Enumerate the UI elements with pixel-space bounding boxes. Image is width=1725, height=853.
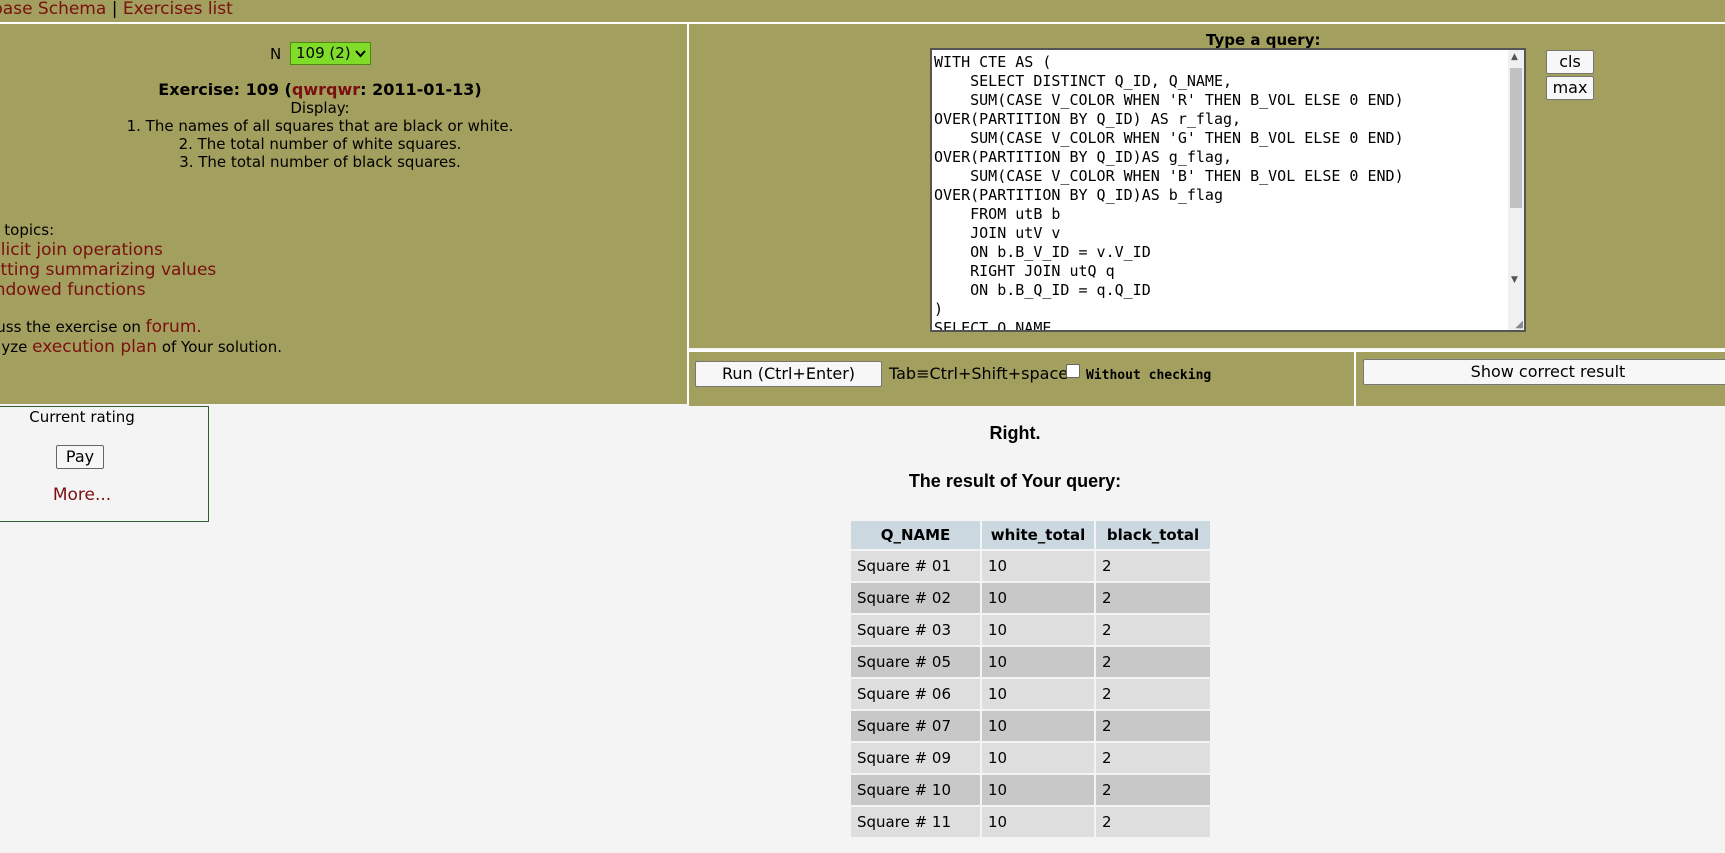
column-header: Q_NAME: [851, 521, 980, 549]
query-scrollbar[interactable]: ▲ ▼ ◢: [1508, 50, 1524, 330]
query-panel: Type a query: WITH CTE AS ( SELECT DISTI…: [689, 24, 1725, 348]
rating-title: Current rating: [29, 408, 135, 426]
query-title: Type a query:: [1206, 31, 1321, 49]
table-row: Square # 10 10 2: [851, 775, 1210, 805]
discuss-text: cuss the exercise on: [0, 318, 146, 336]
column-header: white_total: [982, 521, 1094, 549]
table-cell: Square # 11: [851, 807, 980, 837]
exercise-description: Exercise: 109 (qwrqwr: 2011-01-13) Displ…: [0, 81, 640, 172]
table-cell: Square # 10: [851, 775, 980, 805]
query-text[interactable]: WITH CTE AS ( SELECT DISTINCT Q_ID, Q_NA…: [934, 53, 1404, 330]
table-row: Square # 06 10 2: [851, 679, 1210, 709]
exercise-selector-row: N 109 (2): [270, 42, 372, 65]
table-cell: 2: [1096, 711, 1210, 741]
table-cell: 10: [982, 743, 1094, 773]
table-cell: 2: [1096, 551, 1210, 581]
table-cell: Square # 07: [851, 711, 980, 741]
table-cell: 10: [982, 775, 1094, 805]
rating-box: Current rating Pay More...: [0, 406, 209, 522]
forum-link[interactable]: forum.: [146, 317, 202, 337]
table-cell: 10: [982, 647, 1094, 677]
analyze-suffix: of Your solution.: [157, 338, 283, 356]
table-cell: Square # 01: [851, 551, 980, 581]
exercise-number-value: 109 (2): [296, 44, 351, 62]
table-cell: Square # 09: [851, 743, 980, 773]
toolbar-divider: [1354, 352, 1356, 406]
exercise-item: 1. The names of all squares that are bla…: [126, 117, 514, 135]
exercises-list-link[interactable]: Exercises list: [123, 0, 233, 19]
table-cell: 10: [982, 807, 1094, 837]
run-button[interactable]: Run (Ctrl+Enter): [695, 361, 882, 387]
topic-link-windowed[interactable]: indowed functions: [0, 280, 216, 300]
exercise-author: qwrqwr: [291, 80, 361, 99]
pay-button[interactable]: Pay: [56, 445, 104, 469]
table-cell: Square # 05: [851, 647, 980, 677]
maximize-button[interactable]: max: [1546, 76, 1594, 100]
analyze-text: alyze: [0, 338, 28, 356]
execution-plan-link[interactable]: execution plan: [32, 337, 157, 357]
result-status: Right.: [989, 423, 1041, 443]
table-cell: Square # 06: [851, 679, 980, 709]
table-cell: Square # 02: [851, 583, 980, 613]
scroll-down-icon[interactable]: ▼: [1511, 275, 1518, 285]
help-topics: p topics: plicit join operations etting …: [0, 220, 216, 300]
scrollbar-thumb[interactable]: [1510, 68, 1522, 208]
without-checking-checkbox[interactable]: [1066, 364, 1080, 378]
discuss-line: cuss the exercise on forum.: [0, 317, 282, 337]
table-cell: 2: [1096, 583, 1210, 613]
table-cell: 2: [1096, 775, 1210, 805]
top-nav: base Schema | Exercises list: [0, 0, 1725, 24]
table-cell: 10: [982, 615, 1094, 645]
table-row: Square # 11 10 2: [851, 807, 1210, 837]
without-checking-toggle[interactable]: Without checking: [1066, 364, 1211, 383]
result-table: Q_NAME white_total black_total Square # …: [849, 519, 1212, 839]
nav-links: base Schema | Exercises list: [0, 0, 233, 18]
topic-link-explicit-join[interactable]: plicit join operations: [0, 240, 216, 260]
display-label: Display:: [290, 99, 350, 117]
nav-separator: |: [111, 0, 118, 19]
show-correct-result-button[interactable]: Show correct result: [1363, 359, 1725, 385]
discussion-block: cuss the exercise on forum. alyze execut…: [0, 317, 282, 357]
chevron-down-icon: [355, 44, 367, 62]
exercise-item: 3. The total number of black squares.: [179, 153, 461, 171]
clear-button[interactable]: cls: [1546, 50, 1594, 74]
tab-hint: Tab≡Ctrl+Shift+space: [889, 364, 1069, 383]
more-link[interactable]: More...: [0, 485, 165, 505]
table-cell: 2: [1096, 647, 1210, 677]
exercise-item: 2. The total number of white squares.: [178, 135, 462, 153]
column-header: black_total: [1096, 521, 1210, 549]
exercise-number-label: N: [270, 44, 282, 63]
table-cell: 2: [1096, 807, 1210, 837]
table-row: Square # 02 10 2: [851, 583, 1210, 613]
table-cell: 2: [1096, 743, 1210, 773]
analyze-line: alyze execution plan of Your solution.: [0, 337, 282, 357]
exercise-heading-suffix: : 2011-01-13): [360, 80, 482, 99]
table-cell: 10: [982, 551, 1094, 581]
table-cell: 10: [982, 711, 1094, 741]
exercise-heading-prefix: Exercise: 109 (: [158, 80, 292, 99]
table-cell: 10: [982, 679, 1094, 709]
help-topics-label: p topics:: [0, 221, 55, 239]
exercise-heading: Exercise: 109 (qwrqwr: 2011-01-13): [0, 81, 640, 99]
table-row: Square # 03 10 2: [851, 615, 1210, 645]
topic-link-summarizing[interactable]: etting summarizing values: [0, 260, 216, 280]
exercise-panel: N 109 (2) Exercise: 109 (qwrqwr: 2011-01…: [0, 24, 689, 404]
table-cell: 2: [1096, 679, 1210, 709]
exercise-number-select[interactable]: 109 (2): [290, 42, 372, 65]
run-toolbar: Run (Ctrl+Enter) Tab≡Ctrl+Shift+space Wi…: [689, 350, 1725, 406]
table-row: Square # 07 10 2: [851, 711, 1210, 741]
table-row: Square # 05 10 2: [851, 647, 1210, 677]
without-checking-label: Without checking: [1086, 368, 1212, 383]
table-cell: 10: [982, 583, 1094, 613]
database-schema-link[interactable]: base Schema: [0, 0, 106, 19]
table-cell: 2: [1096, 615, 1210, 645]
query-editor[interactable]: WITH CTE AS ( SELECT DISTINCT Q_ID, Q_NA…: [930, 48, 1526, 332]
result-header-row: Q_NAME white_total black_total: [851, 521, 1210, 549]
table-row: Square # 01 10 2: [851, 551, 1210, 581]
result-title: The result of Your query:: [908, 471, 1122, 491]
table-row: Square # 09 10 2: [851, 743, 1210, 773]
resize-grip-icon[interactable]: ◢: [1515, 319, 1523, 330]
table-cell: Square # 03: [851, 615, 980, 645]
scroll-up-icon[interactable]: ▲: [1511, 52, 1518, 62]
